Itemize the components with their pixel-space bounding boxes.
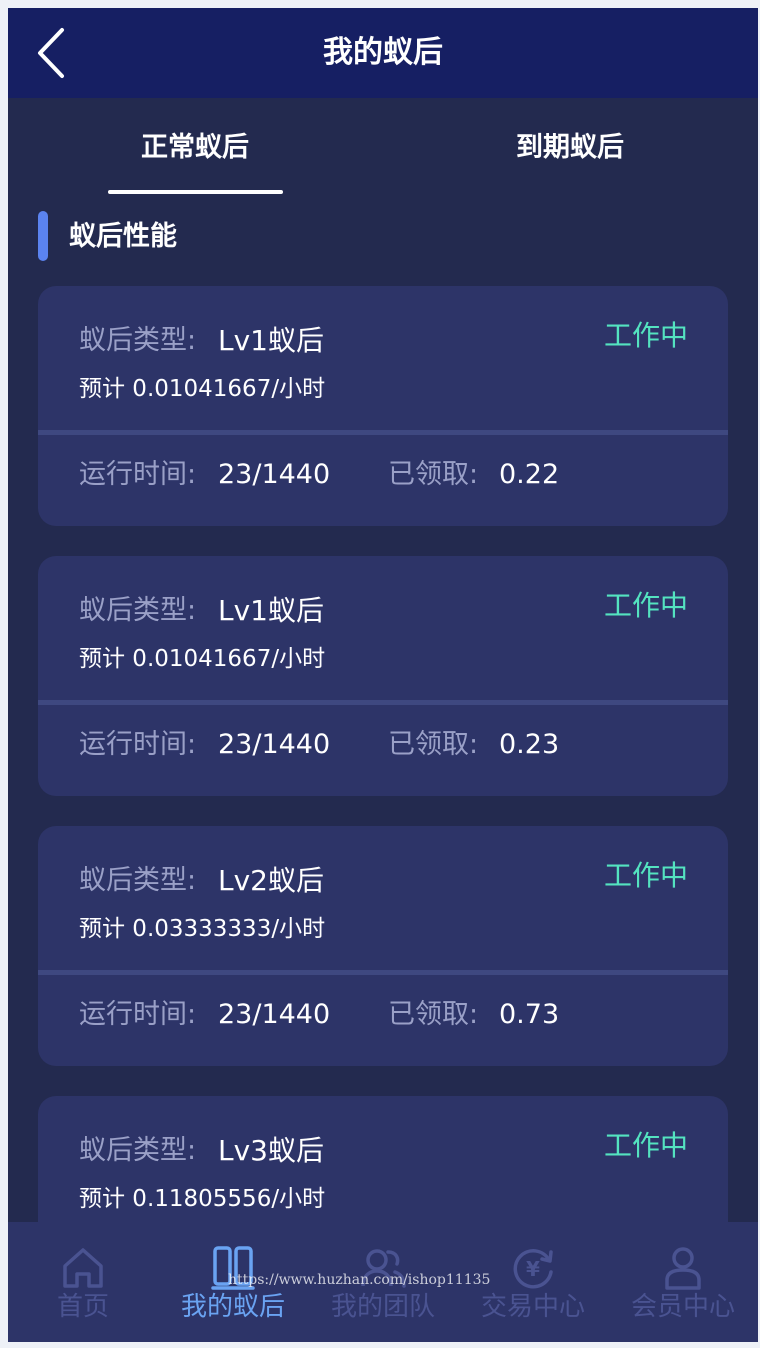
tabbar-label: 会员中心 [630,1292,735,1322]
status-badge: 工作中 [603,589,688,622]
type-label: 蚁后类型: [79,1135,197,1166]
user-icon [665,1247,701,1290]
run-time-label: 运行时间: [79,729,197,760]
type-label: 蚁后类型: [79,595,197,626]
type-label: 蚁后类型: [79,865,197,896]
run-time-label: 运行时间: [79,459,197,490]
run-time-label: 运行时间: [79,999,197,1030]
tab-expired-queen[interactable]: 到期蚁后 [445,128,695,168]
received-label: 已领取: [388,459,479,490]
tabbar-label: 交易中心 [480,1292,585,1322]
received-value: 0.23 [499,729,560,760]
queen-card[interactable]: 蚁后类型: Lv1蚁后 工作中 预计 0.01041667/小时 运行时间: 2… [38,556,728,796]
run-time-value: 23/1440 [218,999,331,1030]
received-value: 0.22 [499,459,560,490]
app-screen: 我的蚁后 正常蚁后 到期蚁后 蚁后性能 蚁后类型: Lv1蚁后 工作中 预计 0… [8,8,758,1342]
exchange-icon: ¥ [513,1249,553,1289]
estimate-rate: 预计 0.03333333/小时 [79,916,326,942]
status-badge: 工作中 [603,859,688,892]
tabbar-label: 首页 [56,1292,109,1322]
status-badge: 工作中 [603,319,688,352]
status-badge: 工作中 [603,1129,688,1162]
received-label: 已领取: [388,999,479,1030]
queen-card[interactable]: 蚁后类型: Lv2蚁后 工作中 预计 0.03333333/小时 运行时间: 2… [38,826,728,1066]
nav-bar: 我的蚁后 [8,8,758,98]
tab-bar-top: 正常蚁后 到期蚁后 [8,98,758,198]
type-value: Lv1蚁后 [218,594,324,627]
type-value: Lv3蚁后 [218,1134,324,1167]
run-time-value: 23/1440 [218,459,331,490]
card-divider [38,700,728,705]
active-tab-indicator [108,190,283,194]
queen-card[interactable]: 蚁后类型: Lv1蚁后 工作中 预计 0.01041667/小时 运行时间: 2… [38,286,728,526]
type-label: 蚁后类型: [79,325,197,356]
estimate-rate: 预计 0.01041667/小时 [79,646,326,672]
card-divider [38,970,728,975]
tabbar-label: 我的蚁后 [180,1292,285,1322]
estimate-rate: 预计 0.01041667/小时 [79,376,326,402]
section-title: 蚁后性能 [69,221,177,252]
card-divider [38,430,728,435]
page-title: 我的蚁后 [323,35,443,70]
type-value: Lv1蚁后 [218,324,324,357]
tabbar-item-home[interactable]: 首页 [8,1222,158,1342]
received-value: 0.73 [499,999,560,1030]
watermark-text: https://www.huzhan.com/ishop11135 [228,1272,491,1288]
tabbar-item-member[interactable]: 会员中心 [608,1222,758,1342]
estimate-rate: 预计 0.11805556/小时 [79,1186,326,1212]
received-label: 已领取: [388,729,479,760]
svg-text:¥: ¥ [526,1257,540,1281]
type-value: Lv2蚁后 [218,864,324,897]
run-time-value: 23/1440 [218,729,331,760]
tab-normal-queen[interactable]: 正常蚁后 [70,128,320,168]
home-icon [63,1248,103,1288]
tabbar-label: 我的团队 [330,1292,435,1322]
section-marker [38,211,48,261]
